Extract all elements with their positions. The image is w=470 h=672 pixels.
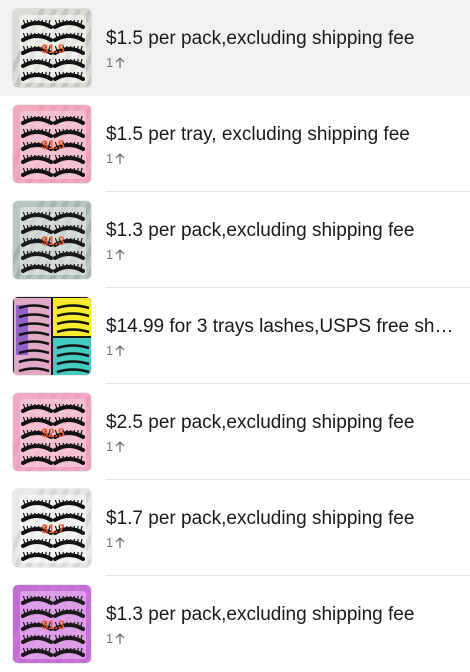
up-arrow-icon xyxy=(115,249,125,261)
product-title: $1.5 per pack,excluding shipping fee xyxy=(106,27,415,49)
up-arrow-icon xyxy=(115,633,125,645)
product-title: $1.3 per pack,excluding shipping fee xyxy=(106,219,415,241)
thumbnail-art: $1.5 xyxy=(13,105,91,183)
price-badge: $1.5 xyxy=(41,42,65,56)
product-text: $1.3 per pack,excluding shipping fee 1 xyxy=(106,603,456,646)
product-text: $1.7 per pack,excluding shipping fee 1 xyxy=(106,507,456,550)
up-arrow-icon xyxy=(115,537,125,549)
price-badge: $2.5 xyxy=(41,426,65,440)
product-thumbnail: $1.3 xyxy=(12,200,92,280)
quantity-row: 1 xyxy=(106,438,456,454)
up-arrow-icon xyxy=(115,345,125,357)
list-item[interactable]: $1.7 $1.7 per pack,excluding shipping fe… xyxy=(0,480,470,576)
product-thumbnail: $1.3 xyxy=(12,584,92,664)
up-arrow-icon xyxy=(115,441,125,453)
product-title: $14.99 for 3 trays lashes,USPS free ship… xyxy=(106,315,456,337)
quantity-value: 1 xyxy=(106,54,114,70)
product-text: $14.99 for 3 trays lashes,USPS free ship… xyxy=(106,315,456,358)
thumbnail-art: $1.3 xyxy=(13,585,91,663)
quantity-value: 1 xyxy=(106,438,114,454)
product-thumbnail: $2.5 xyxy=(12,392,92,472)
thumbnail-art xyxy=(13,297,91,375)
product-text: $2.5 per pack,excluding shipping fee 1 xyxy=(106,411,456,454)
quantity-value: 1 xyxy=(106,342,114,358)
thumbnail-art: $2.5 xyxy=(13,393,91,471)
product-title: $1.5 per tray, excluding shipping fee xyxy=(106,123,410,145)
product-thumbnail xyxy=(12,296,92,376)
price-badge: $1.5 xyxy=(41,138,65,152)
product-title: $1.3 per pack,excluding shipping fee xyxy=(106,603,415,625)
up-arrow-icon xyxy=(115,57,125,69)
quantity-row: 1 xyxy=(106,246,456,262)
product-list: $1.5 $1.5 per pack,excluding shipping fe… xyxy=(0,0,470,664)
quantity-row: 1 xyxy=(106,630,456,646)
list-item[interactable]: $14.99 for 3 trays lashes,USPS free ship… xyxy=(0,288,470,384)
quantity-row: 1 xyxy=(106,534,456,550)
quantity-value: 1 xyxy=(106,630,114,646)
quantity-row: 1 xyxy=(106,342,456,358)
product-thumbnail: $1.5 xyxy=(12,104,92,184)
product-thumbnail: $1.7 xyxy=(12,488,92,568)
list-item[interactable]: $1.3 $1.3 per pack,excluding shipping fe… xyxy=(0,192,470,288)
quantity-value: 1 xyxy=(106,150,114,166)
product-text: $1.5 per pack,excluding shipping fee 1 xyxy=(106,27,456,70)
list-item[interactable]: $2.5 $2.5 per pack,excluding shipping fe… xyxy=(0,384,470,480)
quantity-row: 1 xyxy=(106,150,456,166)
up-arrow-icon xyxy=(115,153,125,165)
list-item[interactable]: $1.5 $1.5 per tray, excluding shipping f… xyxy=(0,96,470,192)
price-badge: $1.7 xyxy=(41,522,65,536)
list-item[interactable]: $1.5 $1.5 per pack,excluding shipping fe… xyxy=(0,0,470,96)
quantity-value: 1 xyxy=(106,246,114,262)
price-badge: $1.3 xyxy=(41,618,65,632)
product-text: $1.5 per tray, excluding shipping fee 1 xyxy=(106,123,456,166)
product-thumbnail: $1.5 xyxy=(12,8,92,88)
price-badge: $1.3 xyxy=(41,234,65,248)
quantity-row: 1 xyxy=(106,54,456,70)
product-title: $1.7 per pack,excluding shipping fee xyxy=(106,507,415,529)
thumbnail-art: $1.5 xyxy=(13,9,91,87)
thumbnail-art: $1.3 xyxy=(13,201,91,279)
thumbnail-art: $1.7 xyxy=(13,489,91,567)
quantity-value: 1 xyxy=(106,534,114,550)
product-text: $1.3 per pack,excluding shipping fee 1 xyxy=(106,219,456,262)
product-title: $2.5 per pack,excluding shipping fee xyxy=(106,411,415,433)
